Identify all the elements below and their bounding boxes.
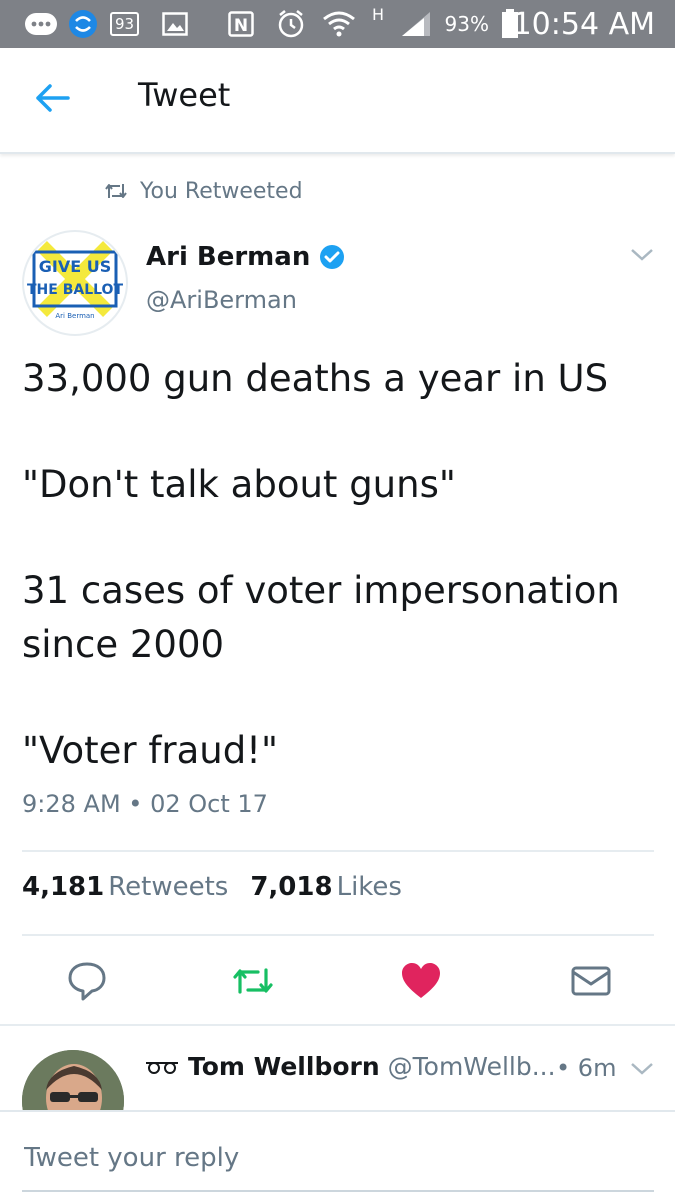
section-separator [0, 1024, 675, 1026]
likes-label: Likes [336, 872, 402, 902]
signal-icon [400, 0, 432, 48]
author-name-text: Ari Berman [146, 242, 311, 272]
notification-93-icon: 93 [110, 0, 140, 48]
avatar[interactable]: GIVE US THE BALLOT Ari Berman [22, 230, 128, 336]
status-bar: 93 N H 93% 10:54 AM [0, 0, 675, 48]
alarm-icon [276, 0, 306, 48]
avatar-line3: Ari Berman [55, 312, 94, 320]
battery-percent: 93% [444, 12, 489, 36]
wifi-icon [322, 0, 356, 48]
retweets-count: 4,181 [22, 872, 105, 902]
likes-stat[interactable]: 7,018 Likes [250, 872, 402, 902]
reply-author-name[interactable]: Tom Wellborn [188, 1052, 380, 1081]
retweet-icon[interactable] [230, 958, 276, 1004]
sunglasses-icon [146, 1061, 178, 1074]
reply-input[interactable] [22, 1134, 656, 1182]
chevron-down-icon[interactable] [628, 244, 656, 264]
gallery-icon [162, 0, 188, 48]
app-bar: Tweet [0, 48, 675, 154]
reply-author-handle[interactable]: @TomWellb... [388, 1052, 556, 1081]
author-name[interactable]: Ari Berman [146, 242, 346, 272]
author-handle[interactable]: @AriBerman [146, 286, 297, 314]
back-arrow-icon[interactable] [28, 78, 76, 118]
avatar-line1: GIVE US [39, 257, 111, 276]
retweets-label: Retweets [108, 872, 229, 902]
sync-icon [68, 0, 98, 48]
tweet-stats: 4,181 Retweets 7,018 Likes [22, 872, 402, 902]
tweet-paragraph: "Voter fraud!" [22, 729, 279, 772]
tweet-paragraph: 33,000 gun deaths a year in US [22, 357, 609, 400]
envelope-icon[interactable] [568, 958, 614, 1004]
reply-header: Tom Wellborn @TomWellb... [144, 1052, 556, 1081]
reply-time-text: 6m [577, 1054, 617, 1082]
clock-time: 10:54 AM [512, 6, 655, 42]
avatar-line2: THE BALLOT [27, 282, 123, 298]
divider [22, 934, 654, 936]
chevron-down-icon[interactable] [628, 1058, 656, 1078]
retweets-stat[interactable]: 4,181 Retweets [22, 872, 228, 902]
reply-time: • 6m [556, 1054, 616, 1082]
tweet-paragraph: "Don't talk about guns" [22, 463, 456, 506]
reply-compose-bar [0, 1110, 675, 1202]
retweet-icon [105, 184, 127, 198]
tweet-actions [0, 948, 675, 1014]
reply-icon[interactable] [64, 958, 110, 1004]
svg-text:N: N [234, 16, 248, 36]
separator-dot: • [556, 1054, 578, 1082]
tweet-timestamp: 9:28 AM • 02 Oct 17 [22, 790, 268, 818]
page-title: Tweet [138, 76, 231, 114]
heart-icon[interactable] [398, 958, 444, 1004]
network-type: H [372, 4, 385, 24]
tweet-text: 33,000 gun deaths a year in US "Don't ta… [22, 352, 652, 830]
input-underline [22, 1190, 654, 1192]
tweet-paragraph: 31 cases of voter impersonation since 20… [22, 569, 620, 666]
retweet-context-label: You Retweeted [140, 178, 303, 204]
messages-icon [24, 0, 58, 48]
verified-badge-icon [320, 245, 345, 269]
nfc-icon: N [228, 0, 254, 48]
likes-count: 7,018 [250, 872, 333, 902]
divider [22, 850, 654, 852]
retweet-context: You Retweeted [104, 176, 303, 206]
